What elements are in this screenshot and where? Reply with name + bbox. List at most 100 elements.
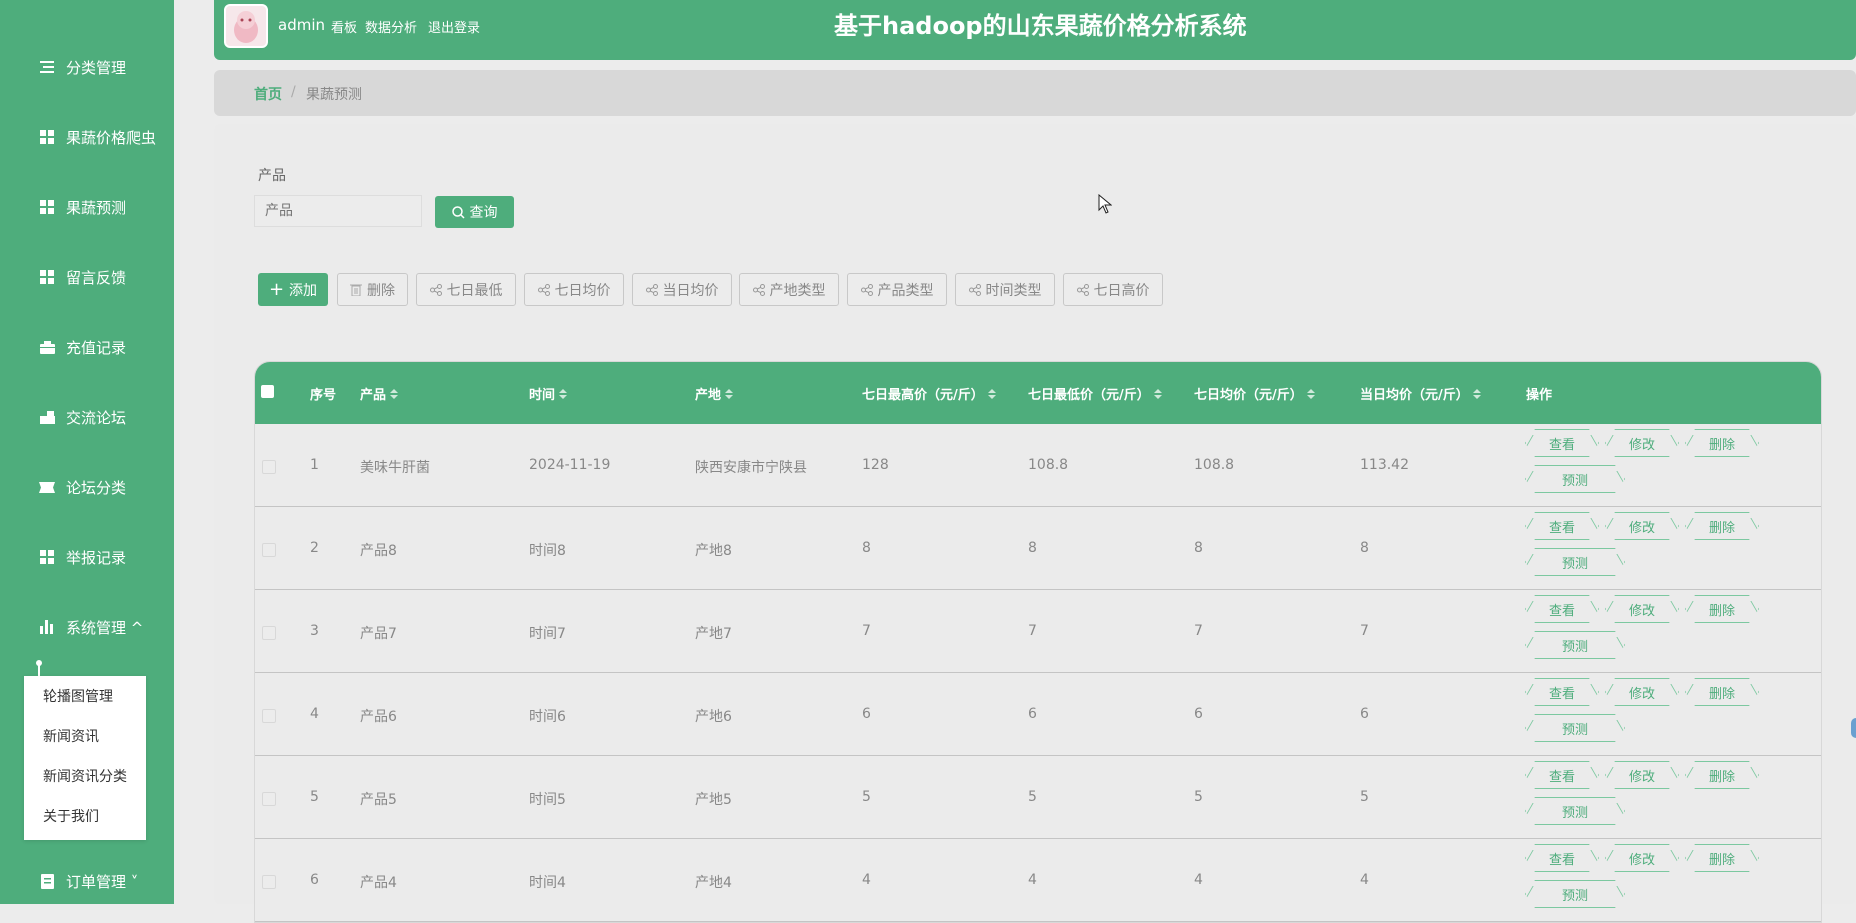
row-checkbox[interactable] (262, 626, 276, 640)
submenu-item-about[interactable]: 关于我们 (43, 806, 99, 826)
chart-button-today-avg[interactable]: 当日均价 (632, 273, 732, 306)
row-checkbox[interactable] (262, 709, 276, 723)
nav-link-analysis[interactable]: 数据分析 (365, 17, 417, 36)
view-button[interactable]: 查看 (1525, 429, 1599, 457)
forecast-button[interactable]: 预测 (1525, 465, 1625, 493)
header-origin[interactable]: 产地 (695, 384, 734, 403)
username: admin (278, 16, 325, 34)
submenu-item-news-category[interactable]: 新闻资讯分类 (43, 766, 127, 786)
delete-row-button[interactable]: 删除 (1685, 678, 1759, 706)
sort-icon[interactable] (1306, 388, 1315, 399)
header-actions-label: 操作 (1526, 388, 1553, 403)
sidebar: 分类管理 果蔬价格爬虫 果蔬预测 留言反馈 充值记录 交流论坛 论坛分类 举报记… (0, 0, 174, 904)
sort-icon[interactable] (725, 388, 734, 399)
view-button[interactable]: 查看 (1525, 512, 1599, 540)
forecast-button[interactable]: 预测 (1525, 548, 1625, 576)
sidebar-item-orders[interactable]: 订单管理 ˅ (0, 861, 174, 901)
forecast-button[interactable]: 预测 (1525, 631, 1625, 659)
chart-button-label: 当日均价 (662, 282, 719, 299)
submenu-item-news[interactable]: 新闻资讯 (43, 726, 99, 746)
row-checkbox[interactable] (262, 792, 276, 806)
floating-widget[interactable] (1851, 718, 1856, 738)
search-input[interactable] (254, 195, 422, 227)
delete-button[interactable]: 删除 (337, 273, 408, 306)
delete-row-button[interactable]: 删除 (1685, 512, 1759, 540)
edit-button[interactable]: 修改 (1605, 429, 1679, 457)
mouse-cursor-icon (1098, 194, 1112, 214)
sidebar-item-label: 举报记录 (66, 548, 127, 567)
sort-icon[interactable] (987, 388, 996, 399)
sort-icon[interactable] (1153, 388, 1162, 399)
avatar[interactable] (224, 4, 268, 48)
sidebar-item-price-crawler[interactable]: 果蔬价格爬虫 (0, 117, 174, 157)
forecast-button[interactable]: 预测 (1525, 797, 1625, 825)
header-avg7-label: 七日均价（元/斤） (1194, 388, 1303, 403)
cell-index: 2 (310, 540, 319, 556)
header-product-label: 产品 (360, 388, 387, 403)
cell-time: 时间5 (529, 792, 566, 808)
document-icon (39, 873, 55, 889)
header-time[interactable]: 时间 (529, 384, 568, 403)
sidebar-item-forum-category[interactable]: 论坛分类 (0, 467, 174, 507)
view-button[interactable]: 查看 (1525, 761, 1599, 789)
delete-row-button[interactable]: 删除 (1685, 844, 1759, 872)
nav-link-logout[interactable]: 退出登录 (428, 17, 480, 36)
chart-button-time-type[interactable]: 时间类型 (955, 273, 1055, 306)
edit-button[interactable]: 修改 (1605, 595, 1679, 623)
delete-row-button[interactable]: 删除 (1685, 429, 1759, 457)
chart-button-label: 产品类型 (877, 282, 934, 299)
row-checkbox[interactable] (262, 875, 276, 889)
search-button[interactable]: 查询 (435, 196, 514, 228)
delete-button-label: 删除 (367, 282, 395, 299)
add-button[interactable]: + 添加 (258, 273, 328, 306)
header-high7[interactable]: 七日最高价（元/斤） (862, 384, 996, 403)
breadcrumb-home[interactable]: 首页 (254, 84, 282, 104)
wallet-icon (39, 339, 55, 355)
sort-icon[interactable] (390, 388, 399, 399)
sidebar-item-feedback[interactable]: 留言反馈 (0, 257, 174, 297)
sidebar-item-category[interactable]: 分类管理 (0, 47, 174, 87)
header-low7[interactable]: 七日最低价（元/斤） (1028, 384, 1162, 403)
cell-today: 5 (1360, 789, 1369, 805)
cell-origin: 产地4 (695, 875, 732, 891)
edit-button[interactable]: 修改 (1605, 678, 1679, 706)
edit-button[interactable]: 修改 (1605, 844, 1679, 872)
add-button-label: 添加 (289, 282, 318, 299)
cell-index: 3 (310, 623, 319, 639)
cell-low7: 4 (1028, 872, 1037, 888)
sidebar-item-recharge[interactable]: 充值记录 (0, 327, 174, 367)
sort-icon[interactable] (559, 388, 568, 399)
header-today[interactable]: 当日均价（元/斤） (1360, 384, 1481, 403)
sidebar-item-forecast[interactable]: 果蔬预测 (0, 187, 174, 227)
cell-origin: 产地6 (695, 709, 732, 725)
cell-high7: 128 (862, 457, 889, 473)
row-checkbox[interactable] (262, 543, 276, 557)
plus-icon: + (268, 278, 285, 300)
select-all-checkbox[interactable] (261, 385, 274, 398)
sidebar-item-system[interactable]: 系统管理 ^ (0, 607, 174, 647)
chart-button-product-type[interactable]: 产品类型 (847, 273, 947, 306)
header-product[interactable]: 产品 (360, 384, 399, 403)
chart-button-avg7[interactable]: 七日均价 (524, 273, 624, 306)
edit-button[interactable]: 修改 (1605, 761, 1679, 789)
view-button[interactable]: 查看 (1525, 844, 1599, 872)
cell-today: 7 (1360, 623, 1369, 639)
header-avg7[interactable]: 七日均价（元/斤） (1194, 384, 1315, 403)
delete-row-button[interactable]: 删除 (1685, 761, 1759, 789)
sidebar-item-forum[interactable]: 交流论坛 (0, 397, 174, 437)
view-button[interactable]: 查看 (1525, 595, 1599, 623)
row-checkbox[interactable] (262, 460, 276, 474)
table-row: 5 产品5 时间5 产地5 5 5 5 5 查看 修改 删除 预测 (255, 756, 1821, 839)
forecast-button[interactable]: 预测 (1525, 714, 1625, 742)
sort-icon[interactable] (1472, 388, 1481, 399)
chart-button-high7[interactable]: 七日高价 (1063, 273, 1163, 306)
chart-button-label: 产地类型 (769, 282, 826, 299)
view-button[interactable]: 查看 (1525, 678, 1599, 706)
delete-row-button[interactable]: 删除 (1685, 595, 1759, 623)
chart-button-low7[interactable]: 七日最低 (416, 273, 516, 306)
edit-button[interactable]: 修改 (1605, 512, 1679, 540)
nav-link-dashboard[interactable]: 看板 (331, 17, 357, 36)
submenu-item-carousel[interactable]: 轮播图管理 (43, 686, 113, 706)
chart-button-origin-type[interactable]: 产地类型 (739, 273, 839, 306)
sidebar-item-report[interactable]: 举报记录 (0, 537, 174, 577)
